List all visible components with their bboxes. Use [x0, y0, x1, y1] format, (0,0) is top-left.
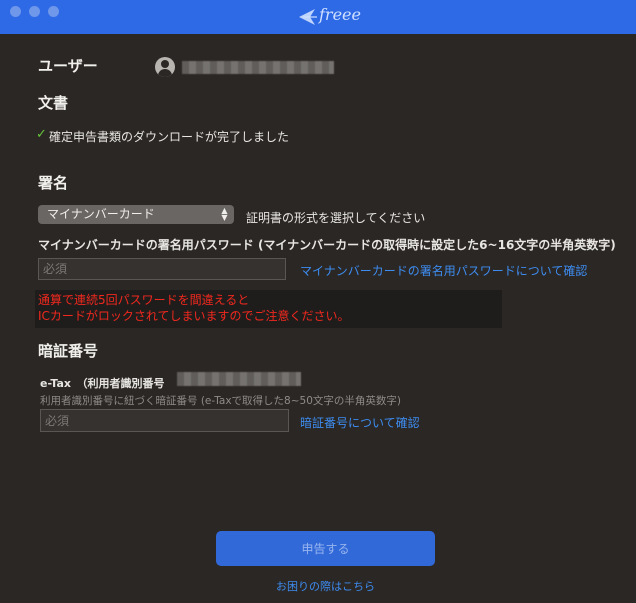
close-window-button[interactable] — [10, 6, 21, 17]
signature-heading: 署名 — [38, 174, 69, 192]
submit-filing-button[interactable]: 申告する — [216, 531, 435, 566]
redacted-user-name — [182, 61, 334, 74]
zoom-window-button[interactable] — [48, 6, 59, 17]
pin-description: 利用者識別番号に紐づく暗証番号 (e-Taxで取得した8~50文字の半角英数字) — [40, 395, 401, 407]
certificate-type-select[interactable]: マイナンバーカード ▲ ▼ — [38, 205, 234, 224]
signature-password-help-link[interactable]: マイナンバーカードの署名用パスワードについて確認 — [300, 262, 587, 279]
title-bar: freee — [0, 0, 636, 34]
password-lock-warning: 通算で連続5回パスワードを間違えると ICカードがロックされてしまいますのでご注… — [35, 290, 502, 328]
warning-line-1: 通算で連続5回パスワードを間違えると — [38, 293, 250, 307]
user-heading: ユーザー — [38, 57, 98, 75]
minimize-window-button[interactable] — [29, 6, 40, 17]
pin-help-link[interactable]: 暗証番号について確認 — [300, 414, 420, 431]
signature-password-label: マイナンバーカードの署名用パスワード (マイナンバーカードの取得時に設定した6~… — [38, 238, 616, 252]
download-complete-status: 確定申告書類のダウンロードが完了しました — [49, 130, 290, 144]
warning-line-2: ICカードがロックされてしまいますのでご注意ください。 — [38, 309, 350, 323]
select-chevron-icon: ▲ ▼ — [221, 206, 228, 222]
help-link[interactable]: お困りの際はこちら — [276, 578, 375, 594]
signature-password-input[interactable] — [38, 258, 286, 280]
user-avatar-icon — [155, 57, 175, 77]
pin-heading: 暗証番号 — [38, 342, 99, 360]
pin-input[interactable] — [40, 409, 289, 432]
certificate-type-selected: マイナンバーカード — [47, 207, 155, 221]
etax-user-id-label: e-Tax （利用者識別番号 — [40, 377, 165, 390]
certificate-type-hint: 証明書の形式を選択してください — [246, 211, 426, 225]
checkmark-icon: ✓ — [36, 127, 47, 142]
redacted-user-id — [177, 372, 301, 386]
app-name: freee — [319, 5, 361, 24]
document-heading: 文書 — [38, 94, 69, 112]
